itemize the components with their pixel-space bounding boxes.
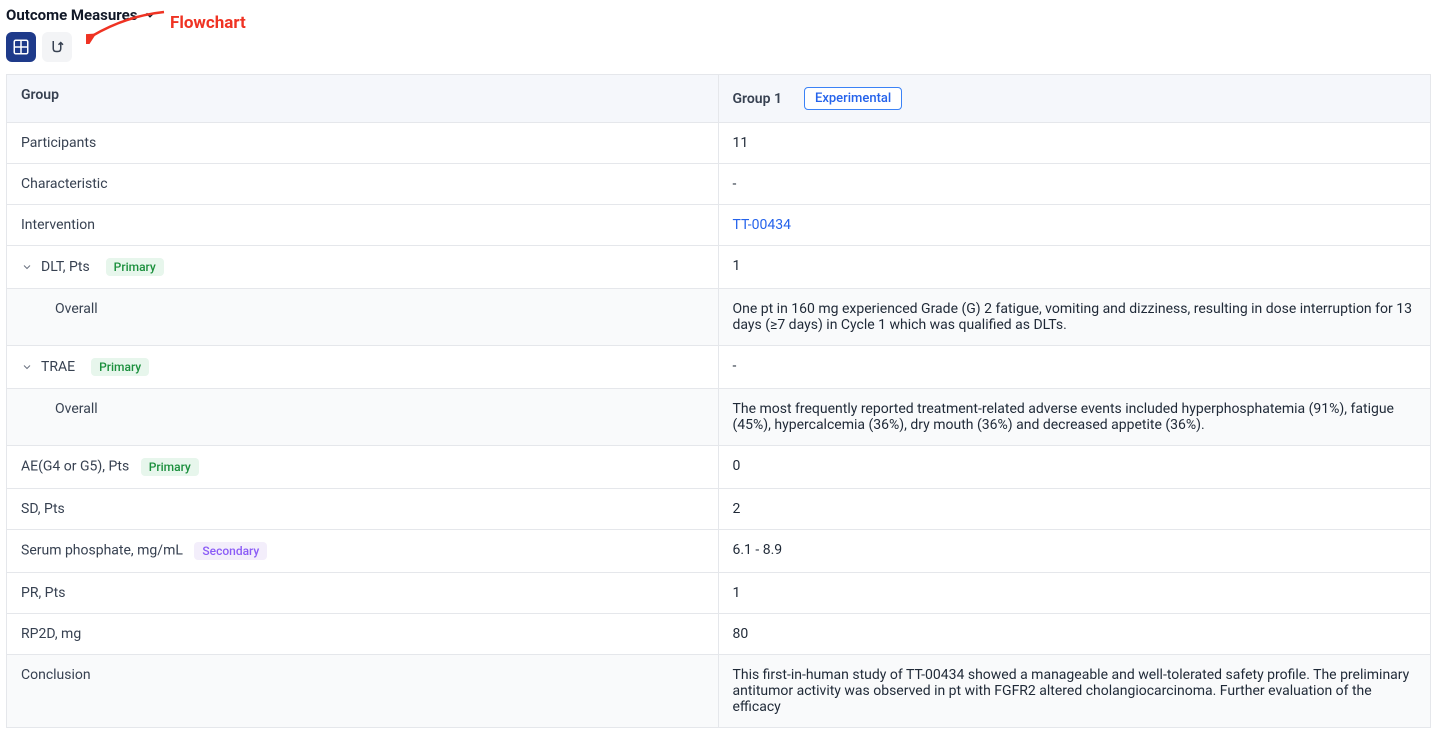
row-dlt-overall: Overall One pt in 160 mg experienced Gra… xyxy=(7,288,1430,345)
row-characteristic: Characteristic - xyxy=(7,163,1430,204)
label-pr: PR, Pts xyxy=(7,572,719,613)
label-dlt-overall: Overall xyxy=(7,288,719,345)
label-intervention: Intervention xyxy=(7,204,719,245)
chevron-down-icon xyxy=(21,361,33,373)
header-group-label: Group xyxy=(7,75,719,122)
row-sd: SD, Pts 2 xyxy=(7,488,1430,529)
value-pr: 1 xyxy=(719,572,1431,613)
flowchart-icon xyxy=(48,38,66,56)
flowchart-view-button[interactable] xyxy=(42,32,72,62)
label-conclusion: Conclusion xyxy=(7,654,719,727)
row-rp2d: RP2D, mg 80 xyxy=(7,613,1430,654)
label-characteristic: Characteristic xyxy=(7,163,719,204)
primary-badge: Primary xyxy=(106,258,164,276)
row-phosphate: Serum phosphate, mg/mL Secondary 6.1 - 8… xyxy=(7,529,1430,572)
intervention-link[interactable]: TT-00434 xyxy=(733,217,791,233)
label-ae-g45: AE(G4 or G5), Pts xyxy=(21,459,129,475)
chevron-down-icon xyxy=(21,261,33,273)
secondary-badge: Secondary xyxy=(194,542,267,560)
primary-badge: Primary xyxy=(141,458,199,476)
value-dlt-overall: One pt in 160 mg experienced Grade (G) 2… xyxy=(719,288,1431,345)
row-trae-overall: Overall The most frequently reported tre… xyxy=(7,388,1430,445)
table-header-row: Group Group 1 Experimental xyxy=(7,75,1430,122)
label-trae-overall: Overall xyxy=(7,388,719,445)
label-participants: Participants xyxy=(7,122,719,163)
value-rp2d: 80 xyxy=(719,613,1431,654)
annotation: Flowchart xyxy=(86,4,246,44)
arrow-icon xyxy=(86,4,166,44)
value-trae-overall: The most frequently reported treatment-r… xyxy=(719,388,1431,445)
label-trae: TRAE xyxy=(41,359,75,375)
grid-icon xyxy=(12,38,30,56)
primary-badge: Primary xyxy=(91,358,149,376)
row-intervention: Intervention TT-00434 xyxy=(7,204,1430,245)
experimental-badge: Experimental xyxy=(804,87,902,110)
row-participants: Participants 11 xyxy=(7,122,1430,163)
header-group1-label: Group 1 xyxy=(733,91,782,107)
value-participants: 11 xyxy=(719,122,1431,163)
value-ae-g45: 0 xyxy=(719,445,1431,488)
label-phosphate: Serum phosphate, mg/mL xyxy=(21,543,183,559)
row-conclusion: Conclusion This first-in-human study of … xyxy=(7,654,1430,727)
row-dlt[interactable]: DLT, Pts Primary 1 xyxy=(7,245,1430,288)
value-sd: 2 xyxy=(719,488,1431,529)
view-toggle: Flowchart xyxy=(6,32,1431,62)
table-view-button[interactable] xyxy=(6,32,36,62)
label-dlt: DLT, Pts xyxy=(41,259,90,275)
value-conclusion: This first-in-human study of TT-00434 sh… xyxy=(719,654,1431,727)
row-pr: PR, Pts 1 xyxy=(7,572,1430,613)
outcome-table: Group Group 1 Experimental Participants … xyxy=(6,74,1431,728)
annotation-label: Flowchart xyxy=(170,13,246,33)
value-phosphate: 6.1 - 8.9 xyxy=(719,529,1431,572)
value-dlt: 1 xyxy=(719,245,1431,288)
label-rp2d: RP2D, mg xyxy=(7,613,719,654)
value-trae: - xyxy=(719,345,1431,388)
label-sd: SD, Pts xyxy=(7,488,719,529)
row-ae-g45: AE(G4 or G5), Pts Primary 0 xyxy=(7,445,1430,488)
value-characteristic: - xyxy=(719,163,1431,204)
row-trae[interactable]: TRAE Primary - xyxy=(7,345,1430,388)
